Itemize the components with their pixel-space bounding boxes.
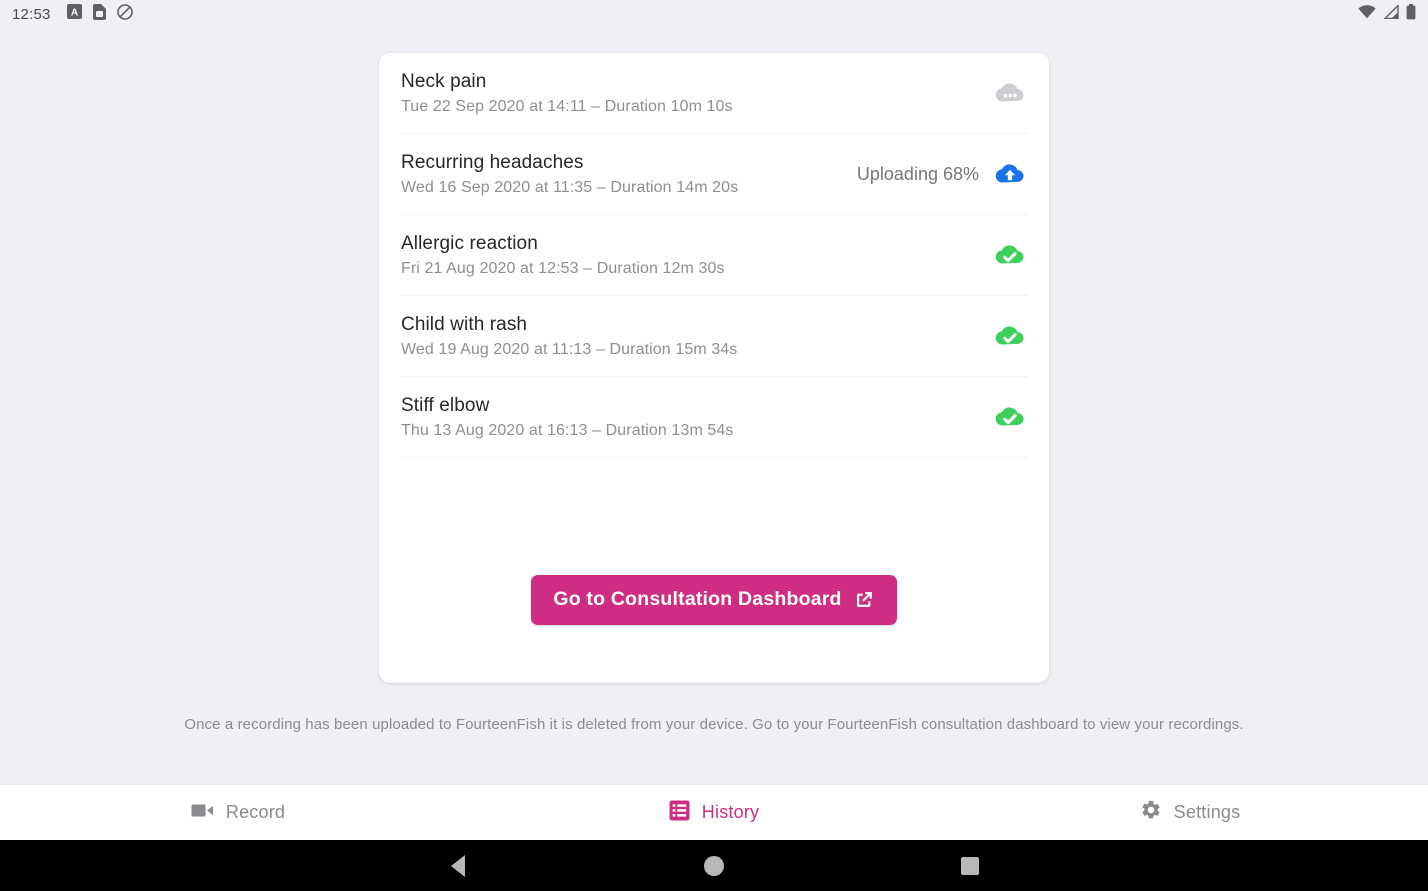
tab-settings-label: Settings (1173, 802, 1241, 822)
recording-info: Allergic reaction Fri 21 Aug 2020 at 12:… (401, 232, 993, 279)
tab-record[interactable]: Record (0, 785, 476, 840)
cloud-done-icon (993, 400, 1027, 434)
recording-status (993, 319, 1027, 353)
gear-icon (1140, 799, 1162, 826)
do-not-disturb-icon (116, 3, 133, 25)
tab-history-label: History (701, 802, 760, 822)
cloud-pending-icon (993, 76, 1027, 110)
recording-title: Allergic reaction (401, 232, 538, 254)
android-navigation-bar (0, 840, 1428, 891)
tab-settings[interactable]: Settings (952, 785, 1428, 840)
tab-record-label: Record (225, 802, 286, 822)
wifi-icon (1358, 4, 1376, 24)
recording-info: Neck pain Tue 22 Sep 2020 at 14:11 – Dur… (401, 70, 993, 117)
status-bar: 12:53 A (0, 0, 1428, 28)
recording-info: Recurring headaches Wed 16 Sep 2020 at 1… (401, 151, 857, 198)
upload-progress-text: Uploading 68% (856, 163, 979, 184)
recording-info: Child with rash Wed 19 Aug 2020 at 11:13… (401, 313, 993, 360)
cellular-signal-icon (1383, 3, 1399, 24)
table-row[interactable]: Allergic reaction Fri 21 Aug 2020 at 12:… (401, 215, 1027, 296)
bottom-tab-bar: Record History Settings (0, 784, 1428, 840)
sim-card-icon (92, 3, 106, 25)
home-circle-icon[interactable] (684, 840, 744, 891)
app-badge-icon: A (66, 4, 82, 24)
recording-subtitle: Thu 13 Aug 2020 at 16:13 – Duration 13m … (401, 421, 734, 439)
recording-title: Neck pain (401, 70, 487, 92)
cloud-done-icon (993, 319, 1027, 353)
recents-square-icon[interactable] (940, 840, 1000, 891)
recording-info: Stiff elbow Thu 13 Aug 2020 at 16:13 – D… (401, 394, 993, 441)
status-bar-system-icons (1358, 3, 1416, 25)
tab-history[interactable]: History (476, 785, 952, 840)
table-row[interactable]: Stiff elbow Thu 13 Aug 2020 at 16:13 – D… (401, 377, 1027, 458)
card-empty-space (379, 458, 1049, 575)
go-to-consultation-dashboard-button[interactable]: Go to Consultation Dashboard (531, 575, 897, 625)
table-row[interactable]: Child with rash Wed 19 Aug 2020 at 11:13… (401, 296, 1027, 377)
recording-subtitle: Wed 16 Sep 2020 at 11:35 – Duration 14m … (401, 178, 739, 196)
cta-container: Go to Consultation Dashboard (379, 575, 1049, 683)
status-bar-clock: 12:53 (12, 5, 51, 23)
cloud-upload-icon (993, 157, 1027, 191)
recording-subtitle: Wed 19 Aug 2020 at 11:13 – Duration 15m … (401, 340, 738, 358)
recording-status (993, 76, 1027, 110)
recording-subtitle: Tue 22 Sep 2020 at 14:11 – Duration 10m … (401, 97, 733, 115)
recording-subtitle: Fri 21 Aug 2020 at 12:53 – Duration 12m … (401, 259, 725, 277)
recording-title: Recurring headaches (401, 151, 584, 173)
status-bar-notification-icons: A (66, 3, 133, 25)
video-camera-icon (191, 802, 214, 824)
recording-title: Stiff elbow (401, 394, 490, 416)
main-content: Neck pain Tue 22 Sep 2020 at 14:11 – Dur… (0, 28, 1428, 784)
svg-text:A: A (70, 8, 77, 19)
recording-status (993, 238, 1027, 272)
footnote-text: Once a recording has been uploaded to Fo… (184, 716, 1244, 733)
app-screen: 12:53 A Neck pain Tue 22 Sep 2020 at 14:… (0, 0, 1428, 891)
table-row[interactable]: Recurring headaches Wed 16 Sep 2020 at 1… (401, 134, 1027, 215)
back-triangle-icon[interactable] (428, 840, 488, 891)
list-icon (669, 800, 690, 826)
recording-status: Uploading 68% (857, 157, 1027, 191)
recordings-list: Neck pain Tue 22 Sep 2020 at 14:11 – Dur… (379, 53, 1049, 458)
cta-label: Go to Consultation Dashboard (553, 588, 842, 610)
cloud-done-icon (993, 238, 1027, 272)
battery-icon (1406, 3, 1416, 25)
external-link-icon (854, 589, 875, 610)
recordings-card: Neck pain Tue 22 Sep 2020 at 14:11 – Dur… (379, 53, 1049, 683)
recording-status (993, 400, 1027, 434)
recording-title: Child with rash (401, 313, 528, 335)
table-row[interactable]: Neck pain Tue 22 Sep 2020 at 14:11 – Dur… (401, 53, 1027, 134)
